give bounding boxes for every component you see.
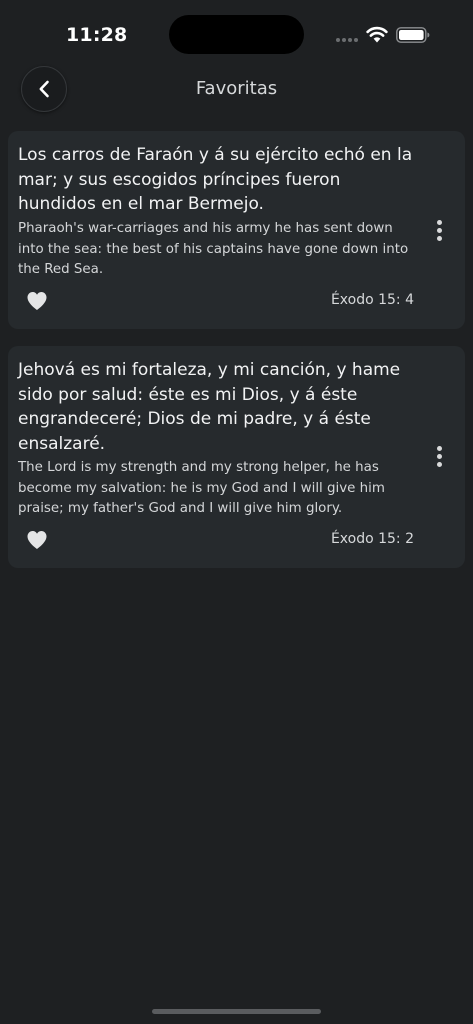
more-vertical-icon [437,446,442,451]
more-options-button[interactable] [430,442,448,472]
like-button[interactable] [26,530,48,550]
verse-text-spanish: Los carros de Faraón y á su ejército ech… [18,145,413,214]
like-button[interactable] [26,291,48,311]
verse-reference: Éxodo 15: 2 [330,531,414,547]
verse-text-english: Pharaoh's war-carriages and his army he … [18,221,409,277]
heart-icon [27,531,47,549]
wifi-icon [366,25,388,43]
more-options-button[interactable] [430,216,448,246]
cellular-signal-icon [336,38,358,42]
favorite-verse-card[interactable]: Jehová es mi fortaleza, y mi canción, y … [8,346,465,568]
heart-icon [27,292,47,310]
verse-text-english: The Lord is my strength and my strong he… [18,460,385,516]
dynamic-island [169,15,304,54]
page-title: Favoritas [195,78,278,99]
status-time: 11:28 [66,24,128,46]
status-bar: 11:28 [0,0,473,60]
navigation-bar: Favoritas [0,64,473,116]
favorite-verse-card[interactable]: Los carros de Faraón y á su ejército ech… [8,131,465,329]
more-vertical-icon [437,220,442,225]
verse-text-spanish: Jehová es mi fortaleza, y mi canción, y … [18,360,401,454]
verse-reference: Éxodo 15: 4 [330,292,414,308]
home-indicator[interactable] [152,1009,321,1014]
battery-icon [396,27,430,43]
